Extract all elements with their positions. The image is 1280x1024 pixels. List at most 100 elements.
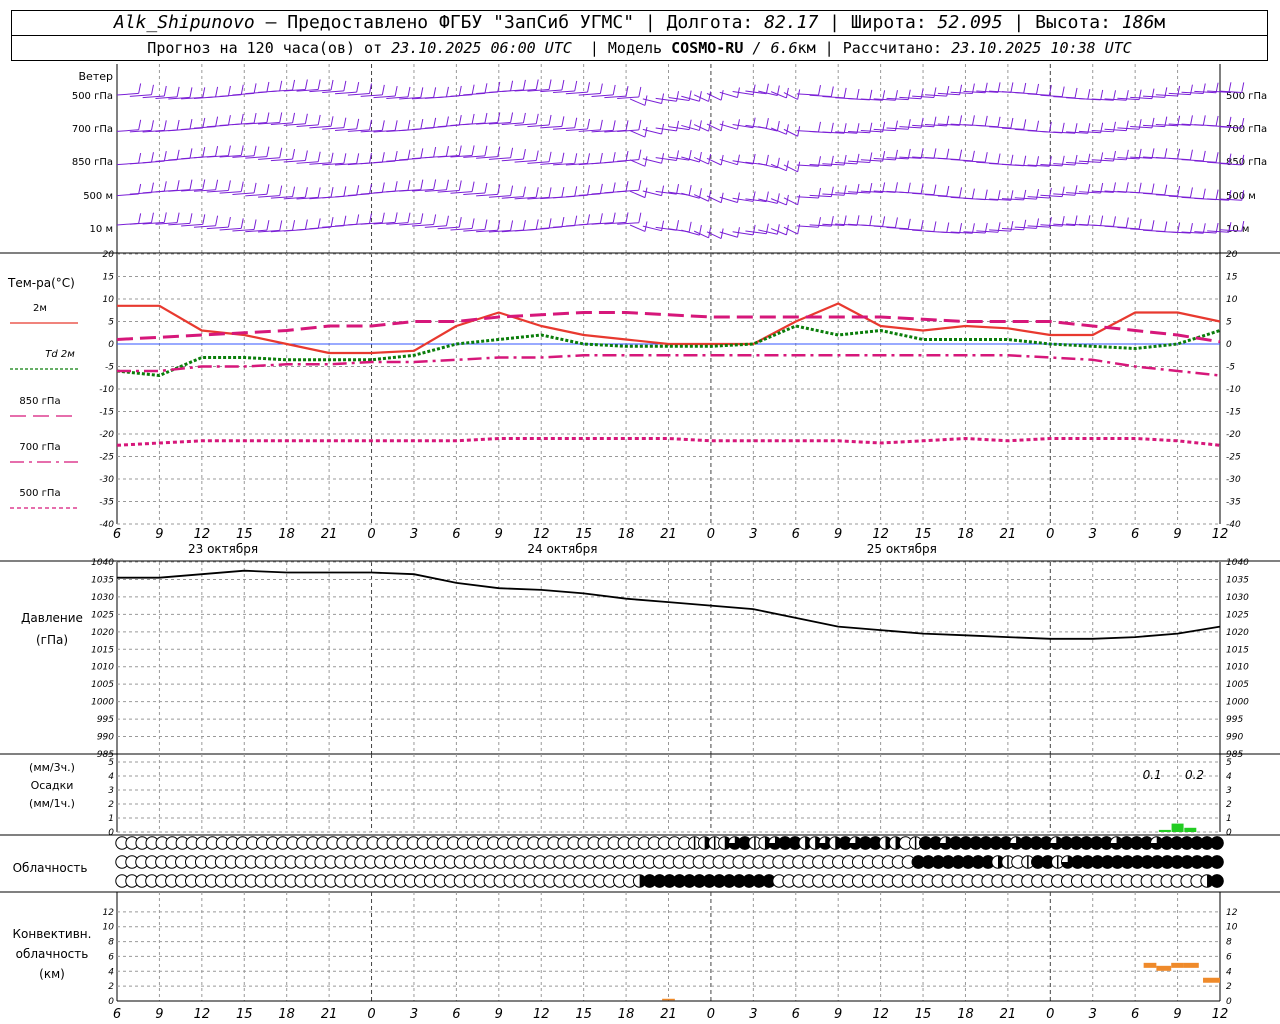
wind-barb <box>629 98 646 106</box>
wind-barb <box>976 230 999 233</box>
wind-barb <box>458 85 462 97</box>
day-label: 23 октября <box>188 542 258 556</box>
wind-barb <box>835 192 858 195</box>
wind-barb <box>1087 215 1091 226</box>
bottom-xtick: 0 <box>367 1007 375 1022</box>
wind-barb <box>176 180 180 191</box>
wind-barb <box>1202 115 1206 126</box>
cloud-symbol-fill <box>1210 855 1224 869</box>
wind-barb <box>219 191 242 194</box>
wind-barb <box>399 222 421 226</box>
wind-barb <box>574 117 578 128</box>
wind-barb <box>304 187 308 198</box>
pressure-ytick-left: 1025 <box>91 610 114 620</box>
wind-barb <box>1061 122 1065 133</box>
wind-barb <box>535 219 539 230</box>
wind-barb <box>279 220 283 231</box>
wind-barb <box>343 117 347 128</box>
day-label: 25 октября <box>867 542 937 556</box>
wind-barb <box>522 112 526 124</box>
bottom-xtick: 15 <box>236 1007 253 1022</box>
wind-barb <box>1125 120 1129 131</box>
wind-barb <box>971 150 975 161</box>
meteogram-chart: Ветер 500 гПа 500 гПа 700 гПа 700 гПа 850 гПа… <box>0 64 1280 1022</box>
wind-barb <box>1023 155 1027 166</box>
wind-barb <box>240 181 244 192</box>
wind-barb <box>561 152 565 163</box>
bottom-xtick: 6 <box>792 1007 800 1022</box>
pressure-ytick-right: 1030 <box>1226 593 1249 603</box>
wind-barb <box>424 225 447 228</box>
temp-ytick-right: -10 <box>1226 385 1241 395</box>
wind-barb <box>484 145 488 156</box>
wind-barb <box>924 94 947 97</box>
wind-barb <box>215 86 219 97</box>
wind-barb <box>1091 129 1114 133</box>
wind-barb <box>698 91 702 102</box>
wind-barb <box>830 86 834 97</box>
wind-barb <box>1155 94 1178 97</box>
wind-barb <box>176 212 180 223</box>
temp-ytick-left: -15 <box>99 408 114 418</box>
wind-barb <box>612 182 616 193</box>
wind-barb <box>514 160 537 163</box>
wind-barb <box>522 79 526 91</box>
wind-barb <box>445 215 449 226</box>
wind-barb <box>245 156 267 159</box>
wind-barb <box>1177 85 1181 97</box>
wind-barb <box>587 153 591 164</box>
wind-barb <box>317 218 321 229</box>
wind-barb <box>736 154 740 165</box>
wind-barb <box>540 125 562 129</box>
pressure-ytick-right: 1020 <box>1226 628 1249 638</box>
wind-barb <box>1202 188 1206 199</box>
temp-ytick-left: -35 <box>99 498 114 508</box>
wind-barb <box>356 153 360 164</box>
wind-barb <box>219 227 242 231</box>
wind-barb <box>1164 221 1168 232</box>
temp-xtick: 9 <box>834 527 842 542</box>
temp-ytick-left: -25 <box>99 453 114 463</box>
wind-barb <box>587 82 591 93</box>
convective-ytick-left: 12 <box>103 908 115 918</box>
wind-barb <box>433 146 437 158</box>
wind-barb <box>933 148 937 159</box>
wind-barb <box>830 122 834 133</box>
wind-barb <box>433 214 437 225</box>
temp-xtick: 18 <box>618 527 635 542</box>
wind-barb <box>527 124 550 128</box>
bottom-xtick: 0 <box>1046 1007 1054 1022</box>
wind-barb <box>1189 187 1193 198</box>
wind-barb <box>924 194 947 197</box>
convective-ytick-right: 4 <box>1226 967 1232 977</box>
wind-barb <box>912 192 934 196</box>
wind-barb <box>950 91 973 95</box>
wind-barb <box>765 118 769 129</box>
wind-barb <box>510 185 514 196</box>
wind-barb <box>1215 152 1219 163</box>
bottom-xtick: 6 <box>1131 1007 1139 1022</box>
wind-barb <box>912 124 934 128</box>
wind-barb <box>638 86 642 98</box>
wind-barb <box>561 216 565 228</box>
wind-barb <box>463 229 485 232</box>
wind-barb <box>548 218 552 229</box>
wind-barb <box>471 218 475 229</box>
bottom-xtick: 18 <box>957 1007 974 1022</box>
precip-value-label: 0.1 <box>1143 768 1162 782</box>
wind-barb <box>907 218 911 229</box>
wind-barb <box>1189 149 1193 160</box>
wind-barb <box>937 92 960 96</box>
temp-ytick-left: -20 <box>99 430 114 440</box>
wind-barb <box>407 119 411 131</box>
wind-barb <box>334 91 357 95</box>
pressure-ytick-left: 1005 <box>91 680 114 690</box>
pressure-ytick-right: 990 <box>1226 733 1243 743</box>
wind-barb <box>1040 194 1063 198</box>
precip-ytick-right: 1 <box>1226 814 1232 824</box>
wind-barb <box>765 191 769 202</box>
pressure-ytick-left: 1035 <box>91 575 114 585</box>
wind-barb <box>433 87 437 98</box>
wind-barb <box>476 156 498 159</box>
wind-barb <box>797 126 801 137</box>
